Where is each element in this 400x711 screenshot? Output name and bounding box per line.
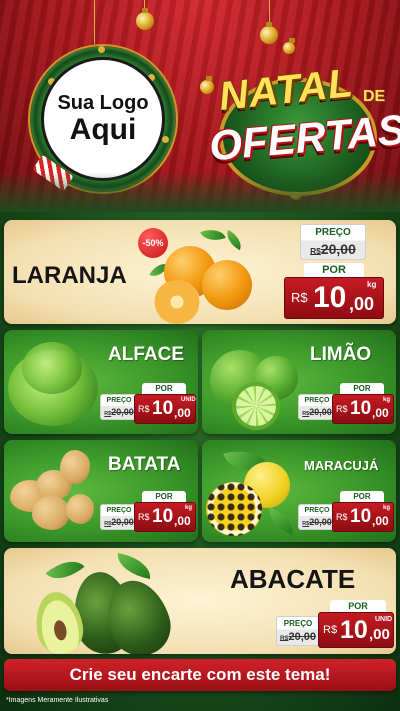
sale-price: R$ 10 ,00 kg <box>332 502 394 532</box>
product-name: ALFACE <box>108 344 184 365</box>
preco-label: PREÇO <box>315 227 351 238</box>
product-card-maracuja[interactable]: MARACUJÁ PREÇO R$20,00 POR R$ 10 ,00 kg <box>202 440 396 542</box>
header-banner: Sua Logo Aqui NATAL DE OFERTAS <box>0 0 400 212</box>
old-price-tag: PREÇO R$20,00 <box>298 504 336 530</box>
avocado-image <box>30 551 184 654</box>
sale-price: R$ 10 ,00 kg <box>134 502 196 532</box>
old-price-tag: PREÇO R$20,00 <box>100 394 138 420</box>
lime-image <box>206 342 302 430</box>
logo-text-line2: Aqui <box>69 112 137 146</box>
sale-price: R$ 10 ,00 UNID <box>134 394 196 424</box>
old-price-tag: PREÇO R$20,00 <box>276 616 320 646</box>
product-card-batata[interactable]: BATATA PREÇO R$20,00 POR R$ 10 ,00 kg <box>4 440 198 542</box>
title-de: DE <box>363 88 386 105</box>
product-card-limao[interactable]: LIMÃO PREÇO R$20,00 POR R$ 10 ,00 kg <box>202 330 396 434</box>
product-name: ABACATE <box>230 564 356 594</box>
product-card-abacate[interactable]: ABACATE PREÇO R$20,00 POR R$ 10 ,00 UNID <box>4 548 396 654</box>
sale-price: R$ 10 ,00 kg <box>332 394 394 424</box>
disclaimer-text: *Imagens Meramente Ilustrativas <box>6 697 109 704</box>
potato-image <box>8 450 104 540</box>
old-price-tag: PREÇO R$20,00 <box>300 224 366 260</box>
ornament-icon <box>260 22 278 44</box>
product-name: LIMÃO <box>310 344 372 365</box>
por-label: POR <box>304 263 364 278</box>
ornament-icon <box>290 184 302 200</box>
sale-price: R$ 10 ,00 UNID <box>318 612 394 648</box>
ornament-icon <box>283 38 295 54</box>
old-price-tag: PREÇO R$20,00 <box>100 504 138 530</box>
product-name: MARACUJÁ <box>304 458 379 473</box>
sale-price: R$ 10 ,00 kg <box>284 277 384 319</box>
logo-placeholder[interactable]: Sua Logo Aqui <box>44 60 162 178</box>
ornament-icon <box>136 8 154 30</box>
passion-fruit-image <box>204 443 302 540</box>
product-card-alface[interactable]: ALFACE PREÇO R$20,00 POR R$ 10 ,00 UNID <box>4 330 198 434</box>
product-name: BATATA <box>108 454 181 475</box>
old-price-tag: PREÇO R$20,00 <box>298 394 336 420</box>
logo-text-line1: Sua Logo <box>57 91 149 114</box>
discount-badge: -50% <box>138 228 168 258</box>
product-name: LARANJA <box>12 262 127 289</box>
old-price: R$20,00 <box>310 241 356 257</box>
product-card-laranja[interactable]: LARANJA -50% PREÇO R$20,00 POR R$ 10 ,00… <box>4 220 396 324</box>
lettuce-image <box>8 342 100 430</box>
cta-banner[interactable]: Crie seu encarte com este tema! <box>4 659 396 691</box>
campaign-title: NATAL DE OFERTAS <box>205 60 400 192</box>
